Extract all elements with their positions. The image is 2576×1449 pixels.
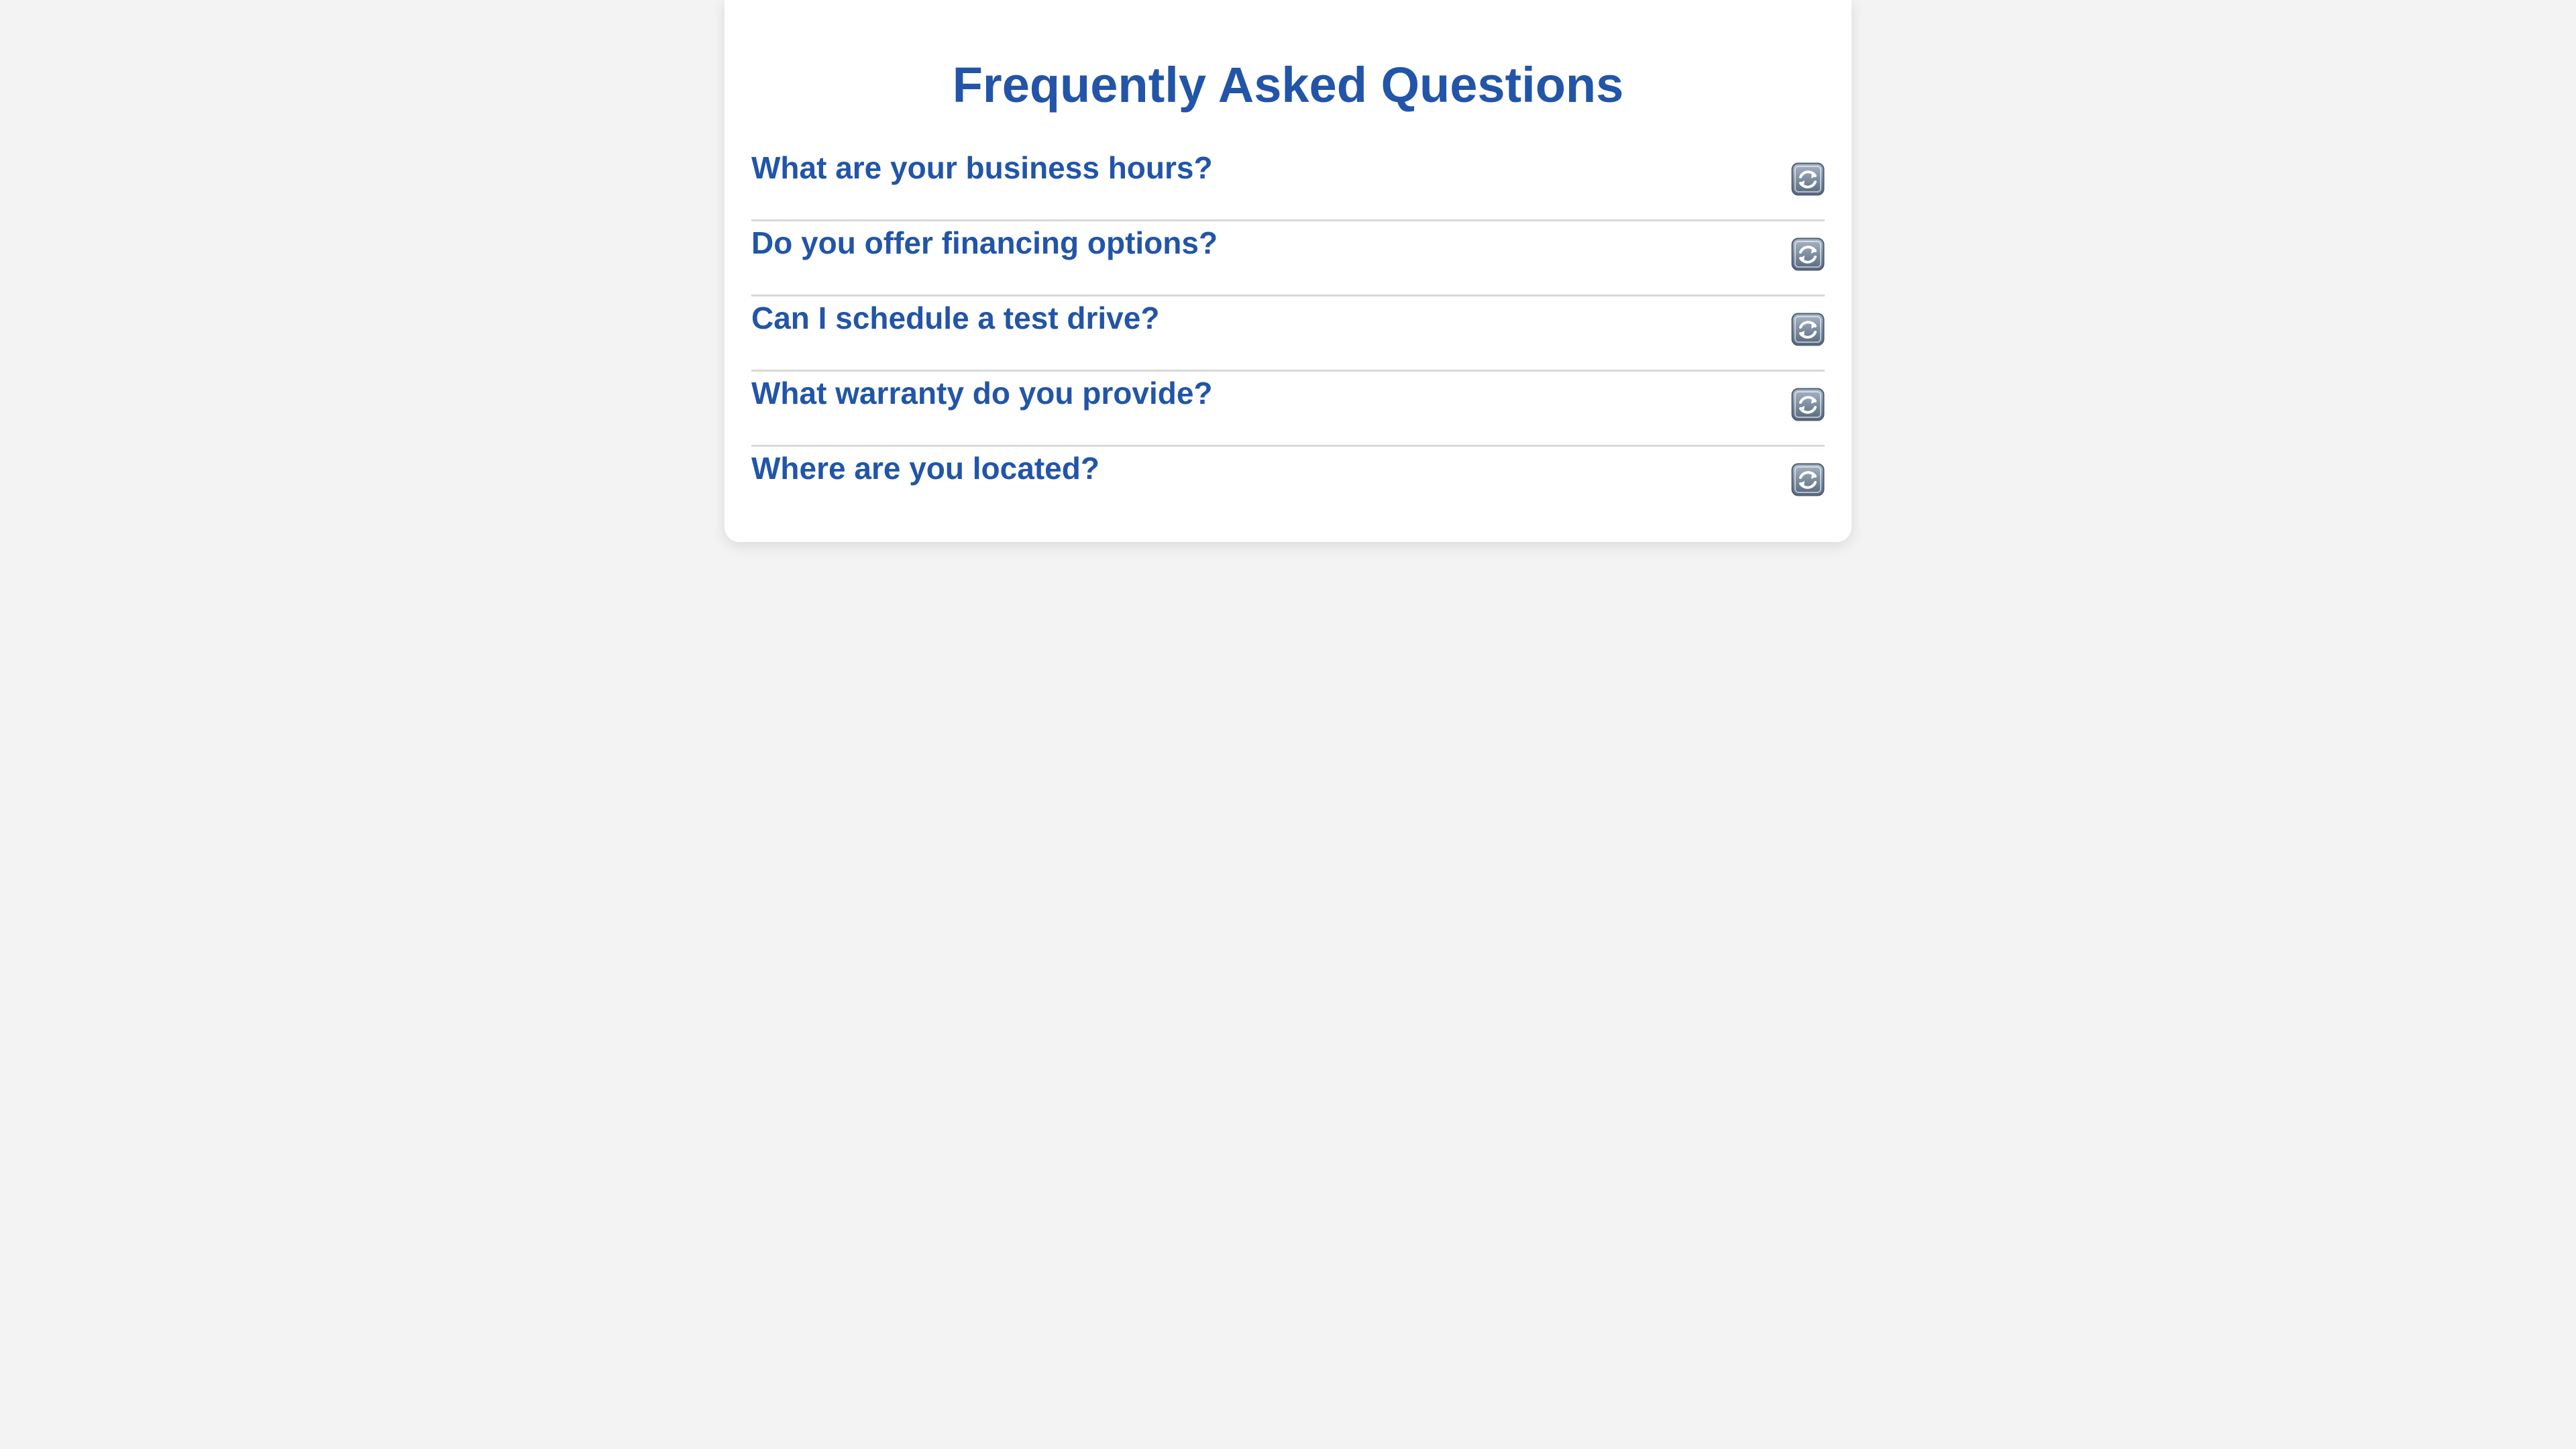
faq-question: Can I schedule a test drive? [751,301,1160,335]
faq-question: What are your business hours? [751,150,1213,185]
refresh-icon[interactable] [1791,237,1825,271]
refresh-icon[interactable] [1791,463,1825,496]
faq-question: What warranty do you provide? [751,376,1213,411]
faq-item-location[interactable]: Where are you located? [751,447,1825,522]
refresh-icon[interactable] [1791,388,1825,421]
faq-list: What are your business hours? Do you off… [751,146,1825,522]
refresh-icon[interactable] [1791,313,1825,346]
refresh-icon[interactable] [1791,162,1825,196]
faq-card: Frequently Asked Questions What are your… [724,0,1851,542]
faq-question: Where are you located? [751,451,1099,486]
faq-item-warranty[interactable]: What warranty do you provide? [751,372,1825,447]
faq-item-business-hours[interactable]: What are your business hours? [751,146,1825,221]
faq-item-test-drive[interactable]: Can I schedule a test drive? [751,297,1825,372]
faq-item-financing[interactable]: Do you offer financing options? [751,221,1825,297]
page-title: Frequently Asked Questions [952,57,1624,113]
faq-question: Do you offer financing options? [751,225,1218,260]
